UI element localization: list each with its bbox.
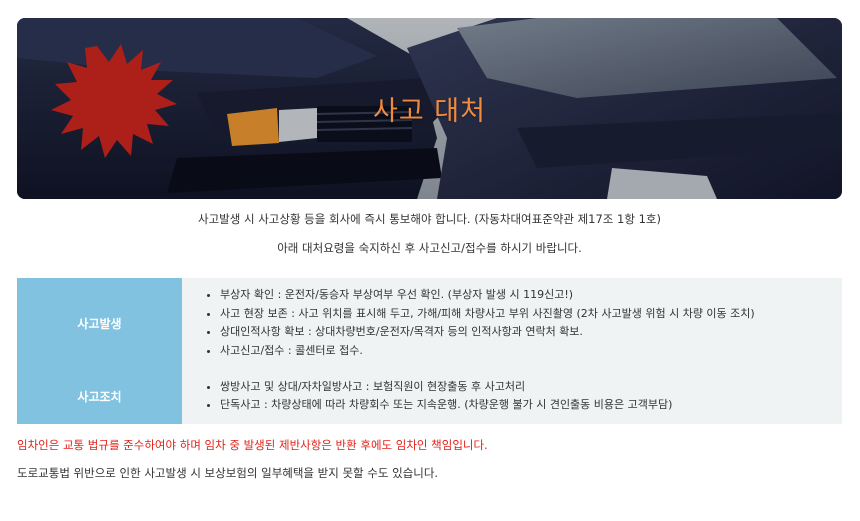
row-header-accident-occurrence: 사고발생 [17, 278, 182, 368]
accident-guide-table: 사고발생 부상자 확인 : 운전자/동승자 부상여부 우선 확인. (부상자 발… [17, 278, 842, 424]
intro-notice: 사고발생 시 사고상황 등을 회사에 즉시 통보해야 합니다. (자동차대여표준… [198, 212, 661, 226]
list-item: 쌍방사고 및 상대/자차일방사고 : 보험직원이 현장출동 후 사고처리 [220, 378, 842, 397]
bullet-list: 부상자 확인 : 운전자/동승자 부상여부 우선 확인. (부상자 발생 시 1… [198, 286, 842, 360]
row-content: 부상자 확인 : 운전자/동승자 부상여부 우선 확인. (부상자 발생 시 1… [182, 278, 842, 368]
insurance-note: 도로교통법 위반으로 인한 사고발생 시 보상보험의 일부혜택을 받지 못할 수… [17, 466, 439, 480]
page: 사고 대처 사고발생 시 사고상황 등을 회사에 즉시 통보해야 합니다. (자… [0, 0, 860, 521]
row-content: 쌍방사고 및 상대/자차일방사고 : 보험직원이 현장출동 후 사고처리 단독사… [182, 368, 842, 424]
table-row: 사고조치 쌍방사고 및 상대/자차일방사고 : 보험직원이 현장출동 후 사고처… [17, 368, 842, 424]
hero-banner: 사고 대처 [17, 18, 842, 199]
list-item: 단독사고 : 차량상태에 따라 차량회수 또는 지속운행. (차량운행 불가 시… [220, 396, 842, 415]
intro-guidance: 아래 대처요령을 숙지하신 후 사고신고/접수를 하시기 바랍니다. [277, 241, 582, 255]
list-item: 사고 현장 보존 : 사고 위치를 표시해 두고, 가해/피해 차량사고 부위 … [220, 305, 842, 324]
bullet-list: 쌍방사고 및 상대/자차일방사고 : 보험직원이 현장출동 후 사고처리 단독사… [198, 378, 842, 415]
warning-notice: 임차인은 교통 법규를 준수하여야 하며 임차 중 발생된 제반사항은 반환 후… [17, 438, 488, 452]
page-title: 사고 대처 [373, 96, 486, 127]
list-item: 사고신고/접수 : 콜센터로 접수. [220, 342, 842, 361]
row-header-accident-action: 사고조치 [17, 368, 182, 424]
list-item: 상대인적사항 확보 : 상대차량번호/운전자/목격자 등의 인적사항과 연락처 … [220, 323, 842, 342]
table-row: 사고발생 부상자 확인 : 운전자/동승자 부상여부 우선 확인. (부상자 발… [17, 278, 842, 368]
list-item: 부상자 확인 : 운전자/동승자 부상여부 우선 확인. (부상자 발생 시 1… [220, 286, 842, 305]
